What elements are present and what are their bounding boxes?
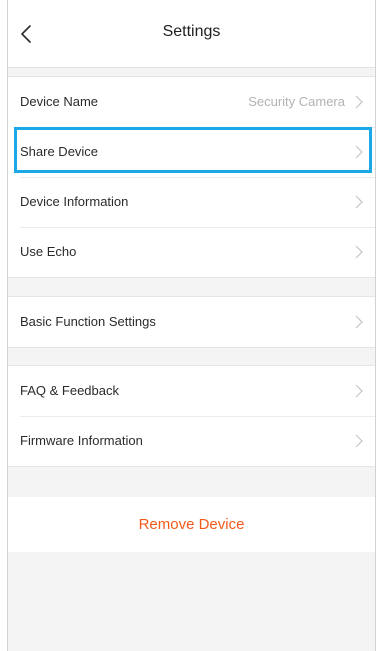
share-device-row[interactable]: Share Device — [8, 127, 375, 177]
chevron-right-icon — [355, 245, 363, 259]
device-name-value: Security Camera — [248, 94, 345, 109]
chevron-right-icon — [355, 195, 363, 209]
settings-group-device: Device Name Security Camera Share Device… — [8, 76, 375, 278]
settings-group-support: FAQ & Feedback Firmware Information — [8, 365, 375, 467]
chevron-right-icon — [355, 95, 363, 109]
faq-feedback-row[interactable]: FAQ & Feedback — [8, 366, 375, 416]
use-echo-row[interactable]: Use Echo — [8, 227, 375, 277]
faq-feedback-label: FAQ & Feedback — [20, 383, 119, 398]
nav-bar: Settings — [8, 0, 375, 68]
settings-content: Settings Device Name Security Camera Sha… — [8, 0, 375, 651]
use-echo-label: Use Echo — [20, 244, 77, 259]
remove-device-button[interactable]: Remove Device — [8, 497, 375, 552]
basic-function-settings-label: Basic Function Settings — [20, 314, 156, 329]
page-title: Settings — [162, 23, 221, 40]
device-information-row[interactable]: Device Information — [8, 177, 375, 227]
chevron-right-icon — [355, 434, 363, 448]
settings-screen: Settings Device Name Security Camera Sha… — [0, 0, 376, 651]
device-information-label: Device Information — [20, 194, 129, 209]
device-name-label: Device Name — [20, 94, 99, 109]
remove-device-section: Remove Device — [8, 497, 375, 552]
chevron-right-icon — [355, 384, 363, 398]
device-name-row[interactable]: Device Name Security Camera — [8, 77, 375, 127]
settings-group-basic: Basic Function Settings — [8, 296, 375, 348]
chevron-right-icon — [355, 315, 363, 329]
firmware-information-row[interactable]: Firmware Information — [8, 416, 375, 466]
chevron-right-icon — [355, 145, 363, 159]
basic-function-settings-row[interactable]: Basic Function Settings — [8, 297, 375, 347]
share-device-label: Share Device — [20, 144, 99, 159]
firmware-information-label: Firmware Information — [20, 433, 143, 448]
